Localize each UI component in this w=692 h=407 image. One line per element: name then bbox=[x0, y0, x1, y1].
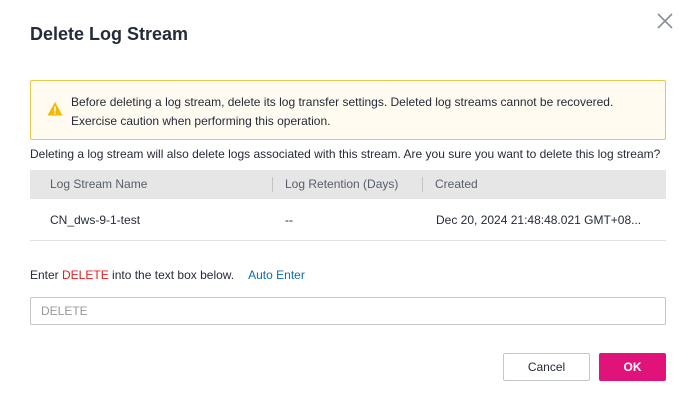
warning-icon bbox=[47, 102, 63, 116]
table-header: Log Stream Name Log Retention (Days) Cre… bbox=[30, 170, 666, 199]
ok-button[interactable]: OK bbox=[599, 353, 666, 381]
column-header-log-retention: Log Retention (Days) bbox=[285, 177, 399, 191]
table-row: CN_dws-9-1-test -- Dec 20, 2024 21:48:48… bbox=[30, 199, 666, 241]
enter-prompt: Enter DELETE into the text box below. Aut… bbox=[30, 268, 305, 282]
column-header-created: Created bbox=[435, 177, 478, 191]
auto-enter-link[interactable]: Auto Enter bbox=[248, 268, 305, 282]
enter-prompt-suffix: into the text box below. bbox=[108, 268, 235, 282]
cell-log-stream-name: CN_dws-9-1-test bbox=[50, 213, 141, 227]
warning-text: Before deleting a log stream, delete its… bbox=[71, 95, 614, 128]
cancel-button[interactable]: Cancel bbox=[503, 353, 590, 381]
column-header-log-stream-name: Log Stream Name bbox=[50, 177, 148, 191]
delete-log-stream-dialog: Delete Log Stream Before deleting a log … bbox=[0, 0, 692, 407]
dialog-title: Delete Log Stream bbox=[30, 24, 189, 44]
warning-alert: Before deleting a log stream, delete its… bbox=[30, 80, 666, 140]
delete-confirm-input[interactable] bbox=[30, 297, 666, 325]
enter-prompt-prefix: Enter bbox=[30, 268, 63, 282]
close-icon bbox=[657, 13, 673, 29]
confirm-message: Deleting a log stream will also delete l… bbox=[30, 147, 661, 161]
close-button[interactable] bbox=[654, 10, 676, 32]
column-separator bbox=[272, 177, 273, 192]
column-separator bbox=[422, 177, 423, 192]
cell-created: Dec 20, 2024 21:48:48.021 GMT+08... bbox=[436, 213, 642, 227]
cell-log-retention: -- bbox=[285, 213, 293, 227]
log-stream-table: Log Stream Name Log Retention (Days) Cre… bbox=[30, 170, 666, 241]
enter-prompt-keyword: DELETE bbox=[62, 268, 109, 282]
